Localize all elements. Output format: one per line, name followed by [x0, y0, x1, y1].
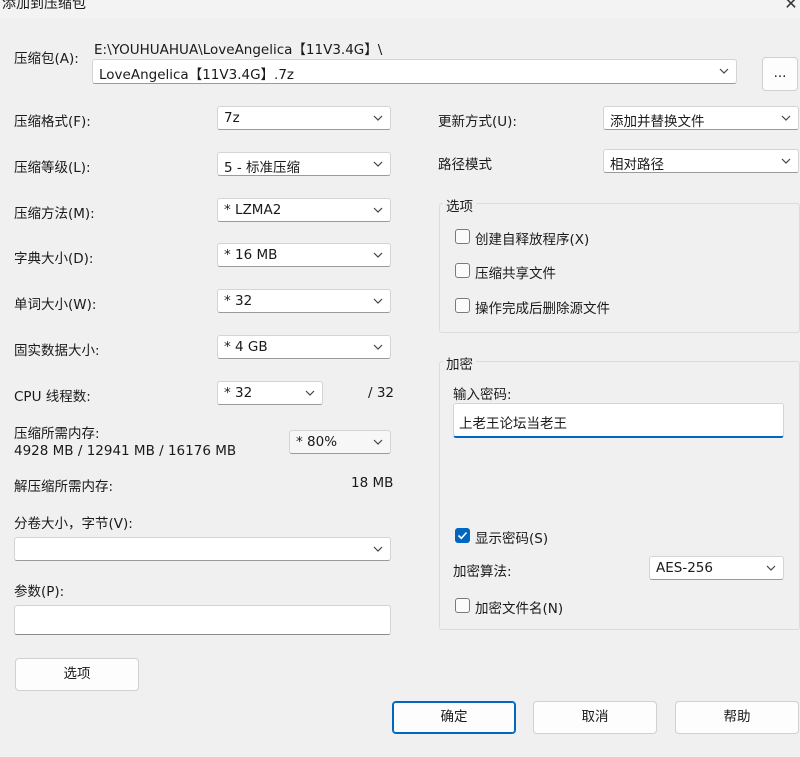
dict-combo[interactable]: * 16 MB	[217, 243, 391, 267]
chevron-down-icon	[781, 158, 791, 164]
word-value: * 32	[224, 293, 253, 309]
format-label: 压缩格式(F):	[14, 114, 91, 130]
chevron-down-icon	[719, 68, 729, 74]
path-value: 相对路径	[610, 157, 664, 173]
threads-label: CPU 线程数:	[14, 389, 91, 405]
archive-filename-combo[interactable]: LoveAngelica【11V3.4G】.7z	[92, 59, 737, 84]
threads-combo[interactable]: * 32	[217, 381, 323, 405]
update-value: 添加并替换文件	[610, 114, 705, 130]
solid-combo[interactable]: * 4 GB	[217, 335, 391, 359]
encryption-method-value: AES-256	[656, 560, 713, 576]
solid-label: 固实数据大小:	[14, 343, 100, 359]
method-combo[interactable]: * LZMA2	[217, 198, 391, 222]
chevron-down-icon	[781, 115, 791, 121]
params-input[interactable]	[14, 605, 391, 635]
mem-label: 压缩所需内存:	[14, 426, 100, 442]
password-label: 输入密码:	[453, 387, 512, 403]
sfx-label: 创建自释放程序(X)	[475, 232, 590, 248]
mem-percent-combo[interactable]: * 80%	[289, 430, 391, 454]
update-label: 更新方式(U):	[438, 114, 517, 130]
shared-files-label: 压缩共享文件	[475, 266, 556, 282]
title-bar	[0, 0, 800, 18]
method-label: 压缩方法(M):	[14, 206, 95, 222]
shared-files-checkbox[interactable]	[455, 263, 470, 278]
update-combo[interactable]: 添加并替换文件	[603, 106, 799, 130]
format-combo[interactable]: 7z	[217, 106, 391, 130]
chevron-down-icon	[305, 390, 315, 396]
format-value: 7z	[224, 110, 240, 126]
method-value: * LZMA2	[224, 202, 282, 218]
checkmark-icon	[457, 531, 468, 540]
volume-combo[interactable]	[14, 537, 391, 561]
options-button[interactable]: 选项	[15, 658, 139, 691]
dict-value: * 16 MB	[224, 247, 278, 263]
level-combo[interactable]: 5 - 标准压缩	[217, 152, 391, 176]
archive-filename: LoveAngelica【11V3.4G】.7z	[99, 67, 295, 83]
encryption-method-label: 加密算法:	[453, 564, 512, 580]
delete-after-checkbox[interactable]	[455, 298, 470, 313]
volume-label: 分卷大小，字节(V):	[14, 516, 133, 532]
level-value: 5 - 标准压缩	[224, 160, 301, 176]
encrypt-names-label: 加密文件名(N)	[475, 601, 564, 617]
mem-values: 4928 MB / 12941 MB / 16176 MB	[14, 443, 237, 459]
chevron-down-icon	[373, 161, 383, 167]
archive-path: E:\YOUHUAHUA\LoveAngelica【11V3.4G】\	[94, 42, 383, 58]
chevron-down-icon	[373, 439, 383, 445]
dict-label: 字典大小(D):	[14, 251, 94, 267]
options-group-title: 选项	[443, 195, 476, 215]
show-password-label: 显示密码(S)	[475, 531, 549, 547]
ok-button[interactable]: 确定	[392, 701, 516, 734]
encryption-method-combo[interactable]: AES-256	[649, 556, 784, 580]
chevron-down-icon	[766, 565, 776, 571]
close-icon[interactable]: ✕	[782, 0, 800, 14]
path-label: 路径模式	[438, 157, 492, 173]
threads-value: * 32	[224, 385, 253, 401]
help-button[interactable]: 帮助	[675, 701, 799, 734]
encrypt-names-checkbox[interactable]	[455, 598, 470, 613]
solid-value: * 4 GB	[224, 339, 268, 355]
cancel-button[interactable]: 取消	[533, 701, 657, 734]
decomp-mem-label: 解压缩所需内存:	[14, 479, 114, 495]
password-input[interactable]: 上老王论坛当老王	[453, 403, 784, 438]
chevron-down-icon	[373, 207, 383, 213]
word-label: 单词大小(W):	[14, 297, 97, 313]
decomp-mem-value: 18 MB	[351, 475, 394, 491]
delete-after-label: 操作完成后删除源文件	[475, 301, 610, 317]
params-label: 参数(P):	[14, 584, 65, 600]
path-combo[interactable]: 相对路径	[603, 149, 799, 173]
level-label: 压缩等级(L):	[14, 160, 91, 176]
mem-percent-value: * 80%	[296, 434, 338, 450]
chevron-down-icon	[373, 298, 383, 304]
chevron-down-icon	[373, 546, 383, 552]
chevron-down-icon	[373, 344, 383, 350]
chevron-down-icon	[373, 115, 383, 121]
threads-total: / 32	[368, 385, 395, 401]
window-title: 添加到压缩包	[2, 0, 86, 12]
browse-button[interactable]: ...	[762, 57, 798, 91]
chevron-down-icon	[373, 252, 383, 258]
archive-label: 压缩包(A):	[14, 51, 79, 67]
word-combo[interactable]: * 32	[217, 289, 391, 313]
sfx-checkbox[interactable]	[455, 229, 470, 244]
show-password-checkbox[interactable]	[455, 528, 470, 543]
password-value: 上老王论坛当老王	[459, 416, 567, 432]
encryption-group-title: 加密	[443, 353, 476, 373]
